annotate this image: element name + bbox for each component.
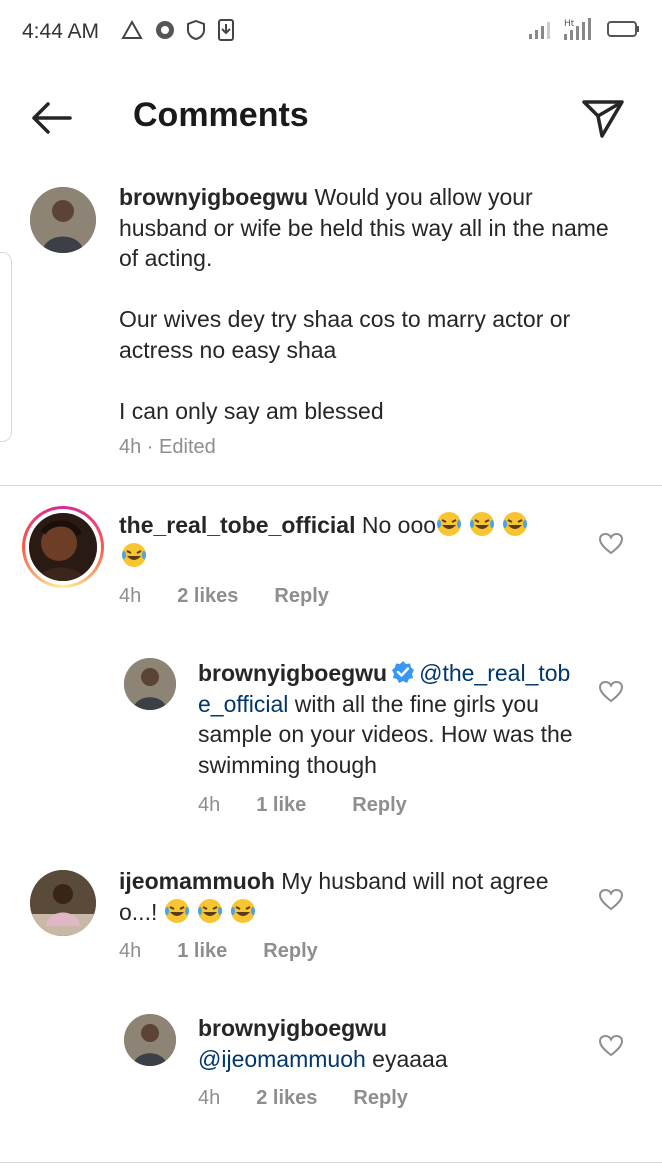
caption-sep: · bbox=[141, 436, 160, 458]
reply-button[interactable]: Reply bbox=[263, 940, 317, 963]
status-system-icons: Ht bbox=[528, 16, 640, 42]
comment-likes[interactable]: 1 like bbox=[256, 794, 306, 817]
comment-item: the_real_tobe_official No ooo 4h 2 likes… bbox=[0, 486, 662, 626]
reply-button[interactable]: Reply bbox=[274, 585, 328, 608]
caption-edited: Edited bbox=[159, 436, 216, 458]
reply-button[interactable]: Reply bbox=[353, 1087, 407, 1110]
heart-outline-icon bbox=[598, 1034, 624, 1057]
comment-body: eyaaaa bbox=[365, 1045, 448, 1072]
comment-time: 4h bbox=[119, 585, 142, 607]
app-notification-icon bbox=[156, 21, 174, 39]
reply-item: brownyigboegwu @ijeomammuoh eyaaaa 4h 2 … bbox=[0, 1000, 662, 1140]
avatar bbox=[29, 513, 97, 581]
svg-text:Ht: Ht bbox=[564, 19, 575, 29]
comment-username[interactable]: brownyigboegwu bbox=[198, 1013, 578, 1044]
avatar-image bbox=[124, 658, 176, 710]
comment-text: brownyigboegwu @ijeomammuoh eyaaaa bbox=[198, 1013, 578, 1074]
comment-time: 4h bbox=[198, 1087, 221, 1109]
comment-username[interactable]: brownyigboegwu bbox=[198, 660, 387, 686]
verified-badge-icon bbox=[392, 661, 415, 683]
caption-text-2: Our wives dey try shaa cos to marry acto… bbox=[119, 306, 571, 363]
comment-meta: 4h 2 likes Reply bbox=[119, 585, 329, 608]
avatar[interactable] bbox=[124, 1014, 176, 1066]
heart-outline-icon bbox=[598, 888, 624, 911]
avatar-image bbox=[30, 870, 96, 936]
signal-icon bbox=[529, 22, 550, 39]
avatar-image bbox=[124, 1014, 176, 1066]
comment-meta: 4h 2 likes Reply bbox=[198, 1087, 408, 1110]
arrow-left-icon bbox=[32, 102, 72, 134]
comment-body: No ooo bbox=[355, 512, 437, 538]
caption-text: brownyigboegwu Would you allow your husb… bbox=[119, 182, 619, 426]
laughing-emoji-icon bbox=[437, 512, 528, 536]
caption-time: 4h bbox=[119, 436, 142, 458]
comment-item: ijeomammuoh My husband will not agree o.… bbox=[0, 850, 662, 980]
comment-text: ijeomammuoh My husband will not agree o.… bbox=[119, 866, 559, 927]
like-button[interactable] bbox=[598, 1034, 624, 1058]
avatar[interactable] bbox=[30, 187, 96, 253]
avatar[interactable] bbox=[30, 870, 96, 936]
comment-text: brownyigboegwu @the_real_tobe_official wi… bbox=[198, 658, 578, 780]
reply-button[interactable]: Reply bbox=[352, 794, 406, 817]
status-bar: 4:44 AM Ht bbox=[0, 0, 662, 66]
like-button[interactable] bbox=[598, 888, 624, 912]
caption-username[interactable]: brownyigboegwu bbox=[119, 184, 308, 210]
comment-time: 4h bbox=[198, 794, 221, 816]
laughing-emoji-icon bbox=[122, 542, 146, 567]
comments-header: Comments bbox=[0, 66, 662, 170]
comment-meta: 4h 1 like Reply bbox=[198, 794, 407, 817]
mention-link[interactable]: @ijeomammuoh bbox=[198, 1046, 366, 1072]
heart-outline-icon bbox=[598, 680, 624, 703]
signal-ht-icon: Ht bbox=[564, 18, 591, 40]
share-button[interactable] bbox=[580, 96, 626, 140]
alert-triangle-icon bbox=[121, 19, 143, 39]
avatar[interactable] bbox=[124, 658, 176, 710]
comment-likes[interactable]: 2 likes bbox=[177, 585, 238, 608]
back-button[interactable] bbox=[26, 96, 76, 140]
laughing-emoji-icon bbox=[164, 898, 255, 923]
shield-icon bbox=[187, 19, 205, 41]
status-time: 4:44 AM bbox=[22, 20, 100, 43]
download-icon bbox=[218, 19, 234, 41]
heart-outline-icon bbox=[598, 532, 624, 555]
page-title: Comments bbox=[133, 96, 309, 134]
like-button[interactable] bbox=[598, 680, 624, 704]
comment-meta: 4h 1 like Reply bbox=[119, 940, 318, 963]
caption-text-3: I can only say am blessed bbox=[119, 397, 384, 424]
comment-username[interactable]: ijeomammuoh bbox=[119, 868, 275, 894]
like-button[interactable] bbox=[598, 532, 624, 556]
bottom-divider bbox=[0, 1162, 662, 1163]
comment-time: 4h bbox=[119, 940, 142, 962]
comment-likes[interactable]: 2 likes bbox=[256, 1087, 317, 1110]
reply-item: brownyigboegwu @the_real_tobe_official wi… bbox=[0, 640, 662, 840]
comment-text: the_real_tobe_official No ooo bbox=[119, 510, 569, 571]
status-notification-icons bbox=[120, 18, 236, 42]
avatar-image bbox=[29, 513, 97, 581]
comment-username[interactable]: the_real_tobe_official bbox=[119, 512, 355, 538]
caption: brownyigboegwu Would you allow your husb… bbox=[0, 170, 662, 484]
paper-plane-icon bbox=[582, 100, 624, 138]
comment-likes[interactable]: 1 like bbox=[177, 940, 227, 963]
battery-icon bbox=[607, 21, 639, 37]
avatar-image bbox=[30, 187, 96, 253]
story-ring[interactable] bbox=[22, 506, 104, 588]
caption-meta: 4h · Edited bbox=[119, 436, 216, 459]
